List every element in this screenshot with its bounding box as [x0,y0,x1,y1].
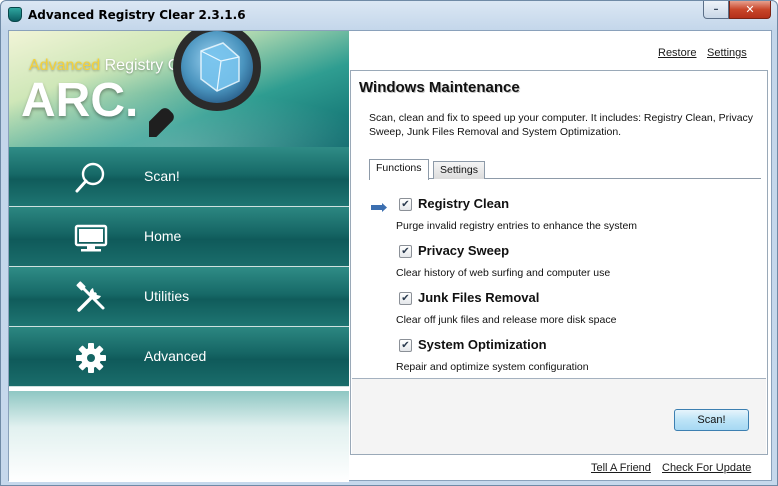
function-name: Registry Clean [418,196,510,211]
action-area: Scan! [352,378,766,454]
nav-label-utilities: Utilities [144,288,190,304]
page-title: Windows Maintenance [359,79,520,96]
restore-link[interactable]: Restore [658,47,697,59]
minimize-icon: – [713,4,719,15]
junk-files-removal-checkbox[interactable]: ✔ [399,292,412,305]
app-window: Advanced Registry Clear 2.3.1.6 – ✕ Adva… [0,0,778,486]
nav-item-scan[interactable]: Scan! [9,147,349,207]
header-links: Restore Settings [349,31,773,69]
function-name: System Optimization [418,337,547,352]
brand-banner: Advanced Registry Clear ARC. [9,31,349,147]
system-optimization-checkbox[interactable]: ✔ [399,339,412,352]
main-panel: Windows Maintenance Scan, clean and fix … [350,70,768,455]
footer-links: Tell A Friend Check For Update [349,459,773,481]
function-name: Privacy Sweep [418,243,510,258]
tab-strip: Functions Settings [369,159,761,180]
function-item-registry-clean[interactable]: ✔ Registry Clean Purge invalid registry … [351,189,769,235]
minimize-button[interactable]: – [703,1,729,19]
function-item-system-optimization[interactable]: ✔ System Optimization Repair and optimiz… [351,330,769,376]
function-name: Junk Files Removal [418,290,540,305]
brand-name-highlight: Advanced [29,57,101,74]
nav-label-scan: Scan! [144,168,180,184]
close-icon: ✕ [745,3,755,16]
function-description: Purge invalid registry entries to enhanc… [396,220,638,232]
nav-item-advanced[interactable]: Advanced [9,327,349,387]
selected-arrow-icon [371,203,387,212]
window-title: Advanced Registry Clear 2.3.1.6 [28,8,246,22]
function-description: Clear off junk files and release more di… [396,314,617,326]
tab-settings[interactable]: Settings [433,161,485,179]
tab-functions[interactable]: Functions [369,159,429,180]
magnifier-icon [149,31,261,137]
nav-label-home: Home [144,228,182,244]
app-icon [8,7,22,22]
left-panel-footer [9,391,349,482]
settings-link[interactable]: Settings [707,47,747,59]
function-description: Clear history of web surfing and compute… [396,267,611,279]
check-for-update-link[interactable]: Check For Update [662,462,751,474]
function-item-privacy-sweep[interactable]: ✔ Privacy Sweep Clear history of web sur… [351,236,769,282]
side-navigation: Scan! Home Utilities Advanced [9,147,349,387]
function-item-junk-files-removal[interactable]: ✔ Junk Files Removal Clear off junk file… [351,283,769,329]
left-panel: Advanced Registry Clear ARC. Scan! Home … [9,31,349,482]
tools-icon [76,281,105,312]
close-button[interactable]: ✕ [729,1,771,19]
function-description: Repair and optimize system configuration [396,361,589,373]
nav-label-advanced: Advanced [144,348,207,364]
client-area: Advanced Registry Clear ARC. Scan! Home … [8,30,773,482]
gear-icon [76,343,106,373]
nav-item-home[interactable]: Home [9,207,349,267]
monitor-icon [74,224,108,252]
caption-buttons: – ✕ [703,1,771,19]
search-icon [75,162,105,193]
privacy-sweep-checkbox[interactable]: ✔ [399,245,412,258]
title-bar[interactable]: Advanced Registry Clear 2.3.1.6 – ✕ [1,1,777,29]
page-description: Scan, clean and fix to speed up your com… [369,112,754,138]
nav-item-utilities[interactable]: Utilities [9,267,349,327]
scan-button[interactable]: Scan! [674,409,749,431]
brand-abbreviation: ARC. [21,74,139,127]
registry-clean-checkbox[interactable]: ✔ [399,198,412,211]
tell-a-friend-link[interactable]: Tell A Friend [591,462,651,474]
